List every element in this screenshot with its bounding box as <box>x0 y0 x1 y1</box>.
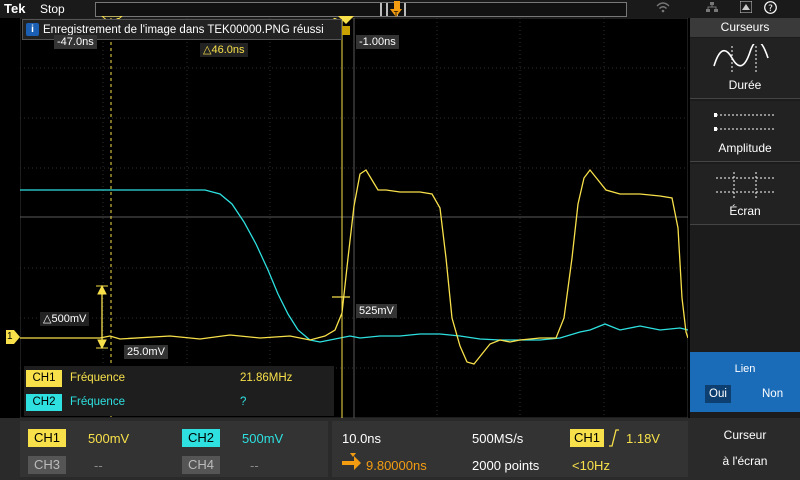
trigger-frequency: <10Hz <box>572 458 610 473</box>
trigger-source[interactable]: CH1 <box>570 429 604 447</box>
side-item-amplitude[interactable]: Amplitude <box>690 101 800 162</box>
ch1-scale[interactable]: 500mV <box>88 431 129 446</box>
amplitude-cursor-icon <box>714 113 774 131</box>
timeline-marker <box>386 3 388 16</box>
graticule[interactable] <box>20 18 688 418</box>
cursor-a-amplitude-readout: 25.0mV <box>124 345 168 359</box>
horizontal-delay[interactable]: 9.80000ns <box>366 458 427 473</box>
cursor-delta-time-readout: △46.0ns <box>200 43 248 57</box>
cursor-delta-amplitude-readout: △500mV <box>40 312 90 326</box>
screen-cursor-icon <box>716 172 774 198</box>
network-icon <box>706 1 718 16</box>
ch2-button[interactable]: CH2 <box>182 429 220 447</box>
measurement-name: Fréquence <box>70 396 125 408</box>
trigger-position-marker-icon[interactable]: T <box>389 9 403 23</box>
svg-text:T: T <box>393 10 399 18</box>
rising-edge-icon <box>609 429 619 447</box>
ch1-button[interactable]: CH1 <box>28 429 66 447</box>
side-item-screen[interactable]: Écran <box>690 164 800 225</box>
screen-cursor-line1: Curseur <box>723 428 767 442</box>
ch2-badge: CH2 <box>26 394 62 411</box>
ch1-badge: CH1 <box>26 370 62 387</box>
link-yes-option[interactable]: Oui <box>705 385 731 403</box>
ch4-scale: -- <box>250 458 259 473</box>
timebase[interactable]: 10.0ns <box>342 431 381 446</box>
side-item-duration[interactable]: Durée <box>690 38 800 99</box>
ch2-scale[interactable]: 500mV <box>242 431 283 446</box>
cursor-b-time-readout: -1.00ns <box>356 35 399 49</box>
tek-logo: Tek <box>4 1 26 16</box>
ch3-scale: -- <box>94 458 103 473</box>
cursor-b-amplitude-readout: 525mV <box>356 304 397 318</box>
timeline-marker <box>380 3 382 16</box>
ch3-button[interactable]: CH3 <box>28 456 66 474</box>
side-menu-title: Curseurs <box>690 18 800 37</box>
timeline-marker <box>404 3 406 16</box>
measurement-row[interactable]: CH2 Fréquence ? <box>24 392 334 414</box>
measurement-value: ? <box>240 396 247 408</box>
delta-amplitude-arrow <box>96 284 108 350</box>
info-icon: i <box>26 23 39 36</box>
svg-text:?: ? <box>768 4 773 14</box>
cursor-side-menu: Curseurs Durée Amplitude Écran Lien Oui … <box>690 18 800 480</box>
link-toggle[interactable]: Lien Oui Non <box>690 352 800 412</box>
side-item-label: Durée <box>728 78 762 92</box>
ch1-ground-marker-label: 1 <box>7 331 13 342</box>
measurement-name: Fréquence <box>70 372 125 384</box>
screen-cursor-line2: à l'écran <box>722 454 768 468</box>
acquisition-state[interactable]: Stop <box>40 2 65 16</box>
measurement-value: 21.86MHz <box>240 372 293 384</box>
delay-arrow-icon <box>342 453 361 470</box>
help-icon[interactable]: ? <box>764 1 777 17</box>
bottom-bar: CH1 500mV CH2 500mV CH3 -- CH4 -- 10.0ns… <box>0 418 690 480</box>
side-item-label: Écran <box>729 204 761 218</box>
trigger-level[interactable]: 1.18V <box>626 431 660 446</box>
center-axes <box>20 18 688 418</box>
record-length: 2000 points <box>472 458 540 473</box>
settings-icon[interactable] <box>739 0 753 16</box>
sample-rate: 500MS/s <box>472 431 524 446</box>
screen-cursor-button[interactable]: Curseur à l'écran <box>690 418 800 480</box>
record-timeline[interactable] <box>95 1 627 17</box>
measurement-row[interactable]: CH1 Fréquence 21.86MHz <box>24 368 334 390</box>
measurement-panel[interactable]: CH1 Fréquence 21.86MHz CH2 Fréquence ? <box>24 366 334 416</box>
side-item-label: Amplitude <box>718 141 772 155</box>
channel-settings-panel[interactable]: CH1 500mV CH2 500mV CH3 -- CH4 -- <box>20 421 328 477</box>
duration-cursor-icon <box>713 44 769 72</box>
ch4-button[interactable]: CH4 <box>182 456 220 474</box>
link-toggle-title: Lien <box>734 363 756 375</box>
acquisition-panel[interactable]: 10.0ns 500MS/s 9.80000ns 2000 points CH1… <box>332 421 688 477</box>
cursor-a-time-readout: -47.0ns <box>54 35 97 49</box>
wifi-icon <box>656 1 670 16</box>
notification-text: Enregistrement de l'image dans TEK00000.… <box>43 23 324 36</box>
link-no-option[interactable]: Non <box>762 385 783 403</box>
trigger-position-icon <box>394 1 400 9</box>
